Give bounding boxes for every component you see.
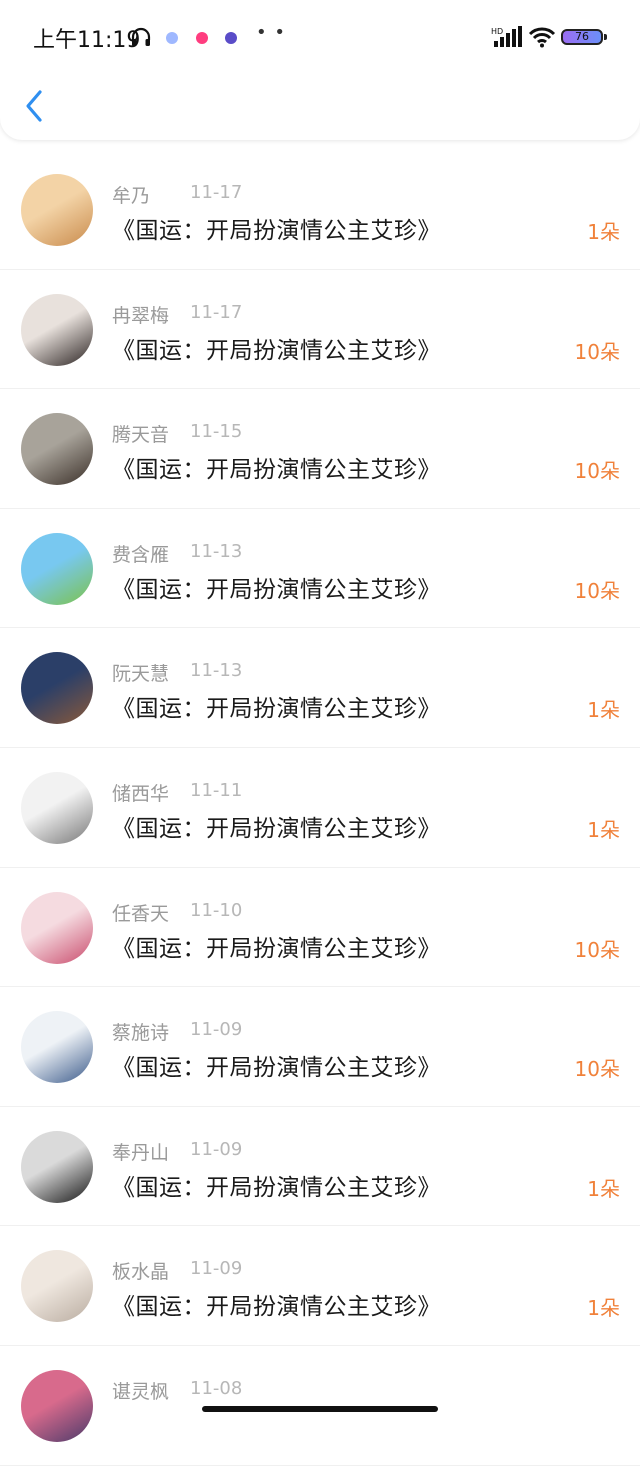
book-title: 《国运：开局扮演情公主艾珍》 [112,935,441,962]
user-name: 牟乃 [112,185,151,207]
list-item[interactable]: 冉翠梅 11-17 《国运：开局扮演情公主艾珍》 10朵 [0,270,640,390]
book-title: 《国运：开局扮演情公主艾珍》 [112,218,441,244]
list-item[interactable]: 蔡施诗 11-09 《国运：开局扮演情公主艾珍》 10朵 [0,987,640,1107]
list-item[interactable]: 板水晶 11-09 《国运：开局扮演情公主艾珍》 1朵 [0,1226,640,1346]
app-notification-icon [196,32,208,44]
user-name: 谌灵枫 [112,1380,170,1403]
home-indicator[interactable] [202,1406,438,1412]
record-date: 11-15 [190,421,243,443]
wifi-icon [528,27,556,48]
avatar[interactable] [21,532,93,605]
flower-amount: 1朵 [587,1296,620,1321]
book-title: 《国运：开局扮演情公主艾珍》 [112,1294,441,1321]
flower-amount: 1朵 [587,817,620,842]
list-item[interactable]: 牟乃 11-17 《国运：开局扮演情公主艾珍》 1朵 [0,150,640,270]
record-date: 11-09 [190,1258,243,1280]
record-date: 11-13 [190,660,243,682]
gift-record-list: 牟乃 11-17 《国运：开局扮演情公主艾珍》 1朵 冉翠梅 11-17 《国运：开局扮演情… [0,150,640,1466]
flower-amount: 10朵 [574,339,620,364]
divider [0,1464,640,1466]
record-date: 11-17 [190,182,243,203]
list-item[interactable]: 阮天慧 11-13 《国运：开局扮演情公主艾珍》 1朵 [0,628,640,748]
book-title: 《国运：开局扮演情公主艾珍》 [112,815,441,842]
book-title: 《国运：开局扮演情公主艾珍》 [112,576,441,603]
battery-level: 76 [575,30,589,43]
user-name: 腾天音 [112,424,170,447]
top-bar: 上午11:19 • • HD 76 [0,0,640,140]
book-title: 《国运：开局扮演情公主艾珍》 [112,1174,441,1201]
app-notification-icon [166,32,178,44]
signal-icon: HD [491,26,522,47]
flower-amount: 1朵 [587,220,620,244]
avatar[interactable] [21,1011,93,1084]
book-title: 《国运：开局扮演情公主艾珍》 [112,457,441,484]
user-name: 奉丹山 [112,1141,170,1164]
user-name: 阮天慧 [112,663,170,686]
back-arrow-icon[interactable] [20,86,50,126]
book-title: 《国运：开局扮演情公主艾珍》 [112,1055,441,1082]
user-name: 板水晶 [112,1261,170,1284]
user-name: 蔡施诗 [112,1022,170,1045]
flower-amount: 10朵 [574,459,620,484]
list-item[interactable]: 费含雁 11-13 《国运：开局扮演情公主艾珍》 10朵 [0,509,640,629]
flower-amount: 10朵 [574,578,620,603]
avatar[interactable] [21,891,93,964]
headset-icon [131,27,151,46]
record-date: 11-17 [190,301,243,323]
avatar[interactable] [21,174,93,246]
list-item[interactable]: 奉丹山 11-09 《国运：开局扮演情公主艾珍》 1朵 [0,1107,640,1227]
list-item[interactable]: 腾天音 11-15 《国运：开局扮演情公主艾珍》 10朵 [0,389,640,509]
avatar[interactable] [21,1130,93,1203]
list-item[interactable]: 储西华 11-11 《国运：开局扮演情公主艾珍》 1朵 [0,748,640,868]
battery-cap [604,34,607,40]
book-title: 《国运：开局扮演情公主艾珍》 [112,337,441,364]
flower-amount: 1朵 [587,698,620,723]
avatar[interactable] [21,1250,93,1323]
user-name: 费含雁 [112,543,170,566]
flower-amount: 1朵 [587,1176,620,1201]
record-date: 11-13 [190,540,243,562]
more-notifications-icon: • • [256,22,286,43]
book-title: 《国运：开局扮演情公主艾珍》 [112,696,441,723]
avatar[interactable] [21,652,93,725]
record-date: 11-09 [190,1019,243,1041]
record-date: 11-11 [190,779,243,801]
avatar[interactable] [21,413,93,486]
svg-text:HD: HD [491,27,503,36]
user-name: 储西华 [112,782,170,805]
app-notification-icon [225,32,237,44]
flower-amount: 10朵 [574,1057,620,1082]
avatar[interactable] [21,771,93,844]
flower-amount: 10朵 [574,937,620,962]
status-time: 上午11:19 [33,28,141,53]
list-item[interactable]: 任香天 11-10 《国运：开局扮演情公主艾珍》 10朵 [0,868,640,988]
user-name: 冉翠梅 [112,304,170,327]
avatar[interactable] [21,1369,93,1442]
record-date: 11-10 [190,899,243,921]
avatar[interactable] [21,293,93,366]
record-date: 11-09 [190,1138,243,1160]
record-date: 11-08 [190,1377,243,1399]
user-name: 任香天 [112,902,170,925]
